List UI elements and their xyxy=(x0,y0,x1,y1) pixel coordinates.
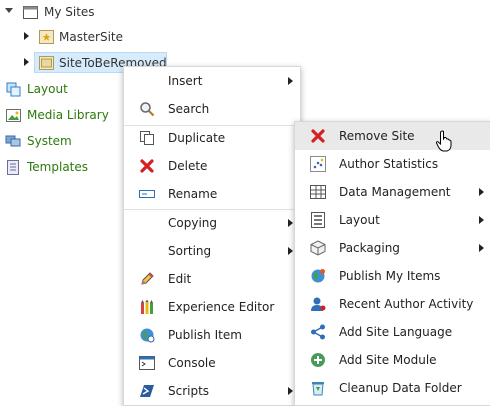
menu-item-console[interactable]: Console xyxy=(124,349,300,377)
recycle-bin-icon xyxy=(310,380,326,396)
menu-item-rename[interactable]: Rename xyxy=(124,180,300,208)
user-icon xyxy=(310,296,326,312)
plus-circle-icon xyxy=(310,352,326,368)
tree-item-templates[interactable]: Templates xyxy=(27,159,88,175)
menu-item-label: Edit xyxy=(168,272,192,286)
menu-item-cleanup-data-folder[interactable]: Cleanup Data Folder xyxy=(295,374,490,402)
menu-item-label: Duplicate xyxy=(168,131,226,145)
menu-item-duplicate[interactable]: Duplicate xyxy=(124,124,300,152)
pencil-icon xyxy=(139,271,155,287)
menu-item-experience-editor[interactable]: Experience Editor xyxy=(124,293,300,321)
menu-item-label: Sorting xyxy=(168,244,212,258)
menu-item-label: Console xyxy=(168,356,216,370)
menu-item-edit[interactable]: Edit xyxy=(124,265,300,293)
tree-item-mastersite[interactable]: MasterSite xyxy=(59,29,123,45)
menu-item-delete[interactable]: Delete xyxy=(124,152,300,180)
submenu-arrow-icon xyxy=(288,77,293,85)
menu-item-label: Packaging xyxy=(339,241,400,255)
menu-item-label: Publish My Items xyxy=(339,269,441,283)
submenu-arrow-icon xyxy=(288,247,293,255)
menu-item-search[interactable]: Search xyxy=(124,95,300,123)
menu-item-label: Author Statistics xyxy=(339,157,439,171)
expander-my-sites[interactable] xyxy=(5,8,13,13)
package-icon xyxy=(310,240,326,256)
grid-icon xyxy=(310,184,326,200)
submenu-arrow-icon xyxy=(288,219,293,227)
menu-item-publish-item[interactable]: Publish Item xyxy=(124,321,300,349)
tree-root-label[interactable]: My Sites xyxy=(44,4,95,20)
console-icon xyxy=(139,355,155,371)
red-x-icon xyxy=(139,158,155,174)
menu-item-recent-author-activity[interactable]: Recent Author Activity xyxy=(295,290,490,318)
menu-item-copying[interactable]: Copying xyxy=(124,209,300,237)
menu-item-label: Scripts xyxy=(168,384,210,398)
magnifier-icon xyxy=(139,101,155,117)
share-icon xyxy=(310,324,326,340)
crayons-icon xyxy=(139,299,155,315)
chart-icon xyxy=(310,156,326,172)
menu-item-label: Add Site Language xyxy=(339,325,453,339)
expander-sitetoberemoved[interactable] xyxy=(24,58,29,66)
menu-item-layout[interactable]: Layout xyxy=(295,206,490,234)
context-menu: Insert Search Duplicate Delete Rename Co… xyxy=(123,66,301,406)
menu-item-label: Data Management xyxy=(339,185,451,199)
submenu-arrow-icon xyxy=(288,387,293,395)
tree-item-media-library[interactable]: Media Library xyxy=(27,107,109,123)
menu-item-add-site-language[interactable]: Add Site Language xyxy=(295,318,490,346)
submenu-arrow-icon xyxy=(479,188,484,196)
menu-item-label: Experience Editor xyxy=(168,300,275,314)
expander-mastersite[interactable] xyxy=(24,32,29,40)
site-icon xyxy=(38,29,54,45)
menu-item-label: Cleanup Data Folder xyxy=(339,381,462,395)
tree-item-layout[interactable]: Layout xyxy=(27,81,68,97)
globe-icon xyxy=(139,327,155,343)
globe-icon xyxy=(310,268,326,284)
scripts-submenu: Remove Site Author Statistics Data Manag… xyxy=(294,121,490,406)
menu-item-label: Publish Item xyxy=(168,328,242,342)
submenu-arrow-icon xyxy=(479,244,484,252)
site-icon xyxy=(38,55,54,71)
menu-item-label: Insert xyxy=(168,74,203,88)
menu-item-label: Copying xyxy=(168,216,217,230)
menu-item-author-statistics[interactable]: Author Statistics xyxy=(295,150,490,178)
copy-icon xyxy=(139,130,155,146)
menu-item-packaging[interactable]: Packaging xyxy=(295,234,490,262)
rename-icon xyxy=(139,186,155,202)
tree-item-system[interactable]: System xyxy=(27,133,72,149)
menu-item-label: Remove Site xyxy=(339,129,415,143)
powershell-icon xyxy=(139,383,155,399)
templates-icon xyxy=(5,159,21,175)
menu-item-insert[interactable]: Insert xyxy=(124,67,300,95)
menu-item-label: Recent Author Activity xyxy=(339,297,474,311)
menu-item-data-management[interactable]: Data Management xyxy=(295,178,490,206)
menu-item-label: Search xyxy=(168,102,210,116)
submenu-arrow-icon xyxy=(479,216,484,224)
media-library-icon xyxy=(5,107,21,123)
system-icon xyxy=(5,133,21,149)
menu-item-publish-my-items[interactable]: Publish My Items xyxy=(295,262,490,290)
sites-folder-icon xyxy=(22,4,38,20)
menu-item-add-site-module[interactable]: Add Site Module xyxy=(295,346,490,374)
hand-cursor-icon xyxy=(435,130,453,152)
layout-icon xyxy=(5,81,21,97)
menu-item-label: Layout xyxy=(339,213,380,227)
layout-icon xyxy=(310,212,326,228)
menu-item-label: Rename xyxy=(168,187,218,201)
menu-item-scripts[interactable]: Scripts xyxy=(124,377,300,405)
menu-item-label: Add Site Module xyxy=(339,353,437,367)
red-x-icon xyxy=(310,128,326,144)
menu-item-remove-site[interactable]: Remove Site xyxy=(295,122,490,152)
menu-item-sorting[interactable]: Sorting xyxy=(124,237,300,265)
menu-item-label: Delete xyxy=(168,159,208,173)
